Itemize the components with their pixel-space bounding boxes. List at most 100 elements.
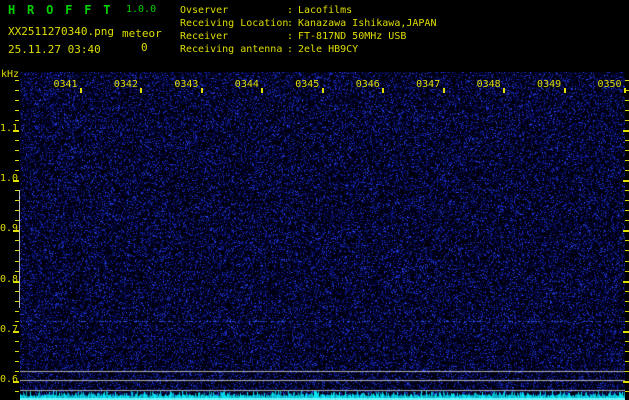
observation-datetime: 25.11.27 03:40 [8, 43, 101, 56]
info-row-receiver: Receiver : FT-817ND 50MHz USB [180, 30, 436, 43]
axis-tick [625, 340, 629, 342]
axis-tick [625, 300, 629, 302]
axis-tick [625, 99, 629, 101]
app-title: H R O F F T [8, 3, 113, 17]
freq-axis-label: 0.8 [0, 273, 19, 285]
time-axis-label: 0345 [295, 79, 320, 90]
axis-tick [15, 350, 19, 352]
axis-tick [623, 381, 629, 383]
axis-tick [625, 79, 629, 81]
axis-tick [15, 370, 19, 372]
station-info: Ovserver : Lacofilms Receiving Location … [180, 4, 436, 56]
axis-tick [261, 88, 264, 93]
axis-tick [79, 88, 82, 93]
axis-tick [563, 88, 566, 93]
axis-tick [625, 320, 629, 322]
time-axis-label: 0342 [113, 79, 138, 90]
axis-tick [623, 180, 629, 183]
axis-tick [623, 130, 629, 132]
axis-tick [15, 170, 19, 172]
axis-tick [625, 260, 629, 262]
axis-tick [623, 330, 629, 333]
time-axis-label: 0347 [416, 79, 441, 90]
axis-tick [382, 88, 385, 93]
freq-axis-label: 0.9 [0, 223, 19, 235]
axis-tick [442, 88, 445, 93]
axis-tick [625, 210, 629, 212]
axis-tick [15, 89, 19, 91]
axis-tick [625, 270, 629, 272]
axis-tick [625, 391, 629, 393]
info-separator: : [287, 18, 294, 29]
info-value: 2ele HB9CY [298, 44, 359, 55]
axis-tick [15, 150, 19, 152]
info-row-antenna: Receiving antenna : 2ele HB9CY [180, 43, 436, 56]
axis-tick [623, 230, 629, 233]
count-range-marker [19, 190, 20, 308]
axis-tick [625, 370, 629, 372]
axis-tick [15, 391, 19, 393]
info-separator: : [287, 5, 294, 16]
time-axis-label: 0343 [174, 79, 199, 90]
time-axis-label: 0349 [537, 79, 562, 90]
axis-tick [15, 310, 19, 312]
info-label: Receiving Location [180, 18, 289, 29]
axis-tick [625, 109, 629, 111]
axis-tick [140, 88, 143, 93]
axis-tick [625, 290, 629, 292]
axis-tick [15, 320, 19, 322]
axis-tick [503, 88, 506, 93]
axis-tick [625, 350, 629, 352]
info-label: Receiver [180, 31, 229, 42]
axis-tick [625, 119, 629, 121]
time-axis-label: 0348 [476, 79, 501, 90]
info-separator: : [287, 31, 294, 42]
axis-tick [625, 250, 629, 252]
info-value: FT-817ND 50MHz USB [298, 31, 407, 42]
axis-tick [625, 160, 629, 162]
axis-tick [15, 340, 19, 342]
freq-axis-label: 0.7 [0, 323, 19, 335]
axis-tick [15, 99, 19, 101]
axis-tick [625, 140, 629, 142]
axis-tick [625, 190, 629, 192]
axis-tick [625, 360, 629, 362]
info-label: Receiving antenna [180, 44, 283, 55]
axis-tick [15, 119, 19, 121]
axis-tick [15, 140, 19, 142]
axis-tick [15, 109, 19, 111]
info-row-observer: Ovserver : Lacofilms [180, 4, 436, 17]
time-axis-label: 0341 [53, 79, 78, 90]
info-row-location: Receiving Location : Kanazawa Ishikawa,J… [180, 17, 436, 30]
freq-axis-unit-label: kHz [1, 69, 20, 80]
output-filename: XX2511270340.png [8, 25, 114, 38]
info-label: Ovserver [180, 5, 229, 16]
time-axis-label: 0346 [355, 79, 380, 90]
axis-tick [15, 160, 19, 162]
info-separator: : [287, 44, 294, 55]
axis-tick [625, 170, 629, 172]
axis-tick [321, 88, 324, 93]
axis-tick [623, 280, 629, 283]
freq-axis-label: 1.0 [0, 173, 19, 185]
axis-tick [200, 88, 203, 93]
axis-tick [625, 310, 629, 312]
hrofft-window: H R O F F T 1.0.0 XX2511270340.png meteo… [0, 0, 629, 400]
info-value: Kanazawa Ishikawa,JAPAN [298, 18, 437, 29]
meteor-mode-label: meteor [122, 27, 162, 40]
app-version: 1.0.0 [126, 4, 157, 15]
spectrogram-plot [20, 72, 625, 400]
time-axis-label: 0344 [234, 79, 259, 90]
axis-tick [625, 220, 629, 222]
axis-tick [625, 150, 629, 152]
freq-axis-label: 0.6 [0, 374, 19, 385]
spectrogram-canvas [20, 72, 625, 400]
time-axis-label: 0350 [597, 79, 622, 90]
axis-tick [624, 88, 626, 93]
info-value: Lacofilms [298, 5, 353, 16]
axis-tick [15, 360, 19, 362]
meteor-echo-count: 0 [141, 41, 148, 54]
freq-axis-label: 1.1 [0, 123, 19, 134]
axis-tick [625, 240, 629, 242]
axis-tick [625, 200, 629, 202]
